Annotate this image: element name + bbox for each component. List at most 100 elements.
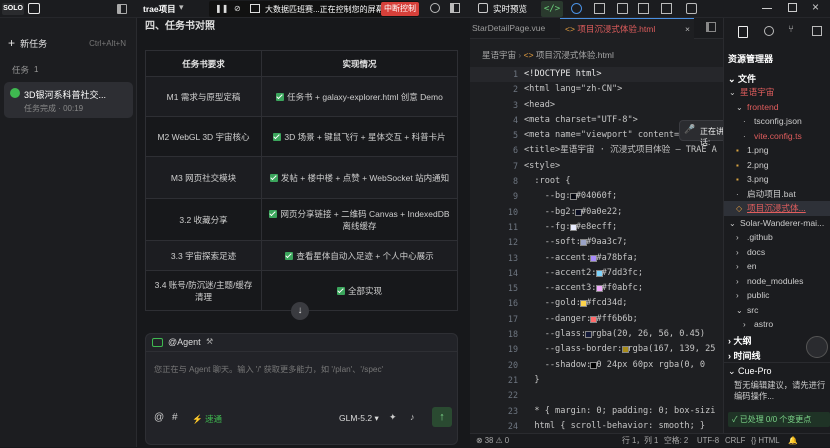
task-item[interactable]: 3D银河系科普社交... 任务完成 · 00:19 — [4, 82, 133, 118]
file-icon: · — [743, 131, 746, 141]
document-icon[interactable] — [638, 3, 649, 14]
panel-icon[interactable] — [450, 3, 460, 13]
encoding[interactable]: UTF-8 — [697, 434, 719, 448]
tree-item[interactable]: › node_modules — [724, 274, 830, 289]
tasks-header: 任务 — [12, 65, 30, 75]
mute-icon[interactable]: ⊘ — [234, 4, 241, 13]
tree-item[interactable]: ⌄ Solar-Wanderer-mai... — [724, 216, 830, 231]
table-row: M2 WebGL 3D 宇宙核心 3D 场景 + 键鼠飞行 + 星体交互 + 科… — [145, 116, 458, 157]
line-number: 5 — [512, 130, 518, 141]
tree-item[interactable]: ⌄ 星语宇宙 — [724, 85, 830, 100]
tree-item[interactable]: ▪ 2.png — [724, 158, 830, 173]
notification-icon[interactable]: 🔔 — [788, 434, 798, 448]
sparkle-icon[interactable]: ✦ — [389, 412, 397, 423]
chat-input[interactable]: 您正在与 Agent 聊天。输入 '/' 获取更多能力，如 '/plan'、'/… — [154, 363, 450, 375]
project-label: trae项目 — [143, 4, 176, 14]
language-mode[interactable]: {} HTML — [751, 434, 780, 448]
extensions-icon[interactable] — [812, 26, 822, 36]
tree-item[interactable]: › astro — [724, 317, 830, 330]
close-icon[interactable]: × — [812, 0, 819, 14]
line-number: 9 — [512, 191, 518, 202]
new-task-button[interactable]: + 新任务 Ctrl+Alt+N — [8, 36, 132, 52]
table-row: M1 需求与原型定稿 任务书 + galaxy-explorer.html 创意… — [145, 76, 458, 117]
requirements-table: 任务书要求 实现情况 M1 需求与原型定稿 任务书 + galaxy-explo… — [145, 50, 458, 311]
breadcrumb-file[interactable]: 项目沉浸式体验.html — [536, 50, 614, 60]
source-control-icon[interactable]: ⑂ — [788, 24, 794, 35]
speed-toggle[interactable]: ⚡ 速通 — [192, 413, 222, 425]
database-icon[interactable] — [661, 3, 672, 14]
maximize-icon[interactable] — [788, 3, 797, 12]
timeline-section-header[interactable]: › 时间线 — [728, 349, 761, 362]
task-sidebar: + 新任务 Ctrl+Alt+N 任务 1 3D银河系科普社交... 任务完成 … — [0, 18, 137, 447]
window-icon[interactable] — [686, 3, 697, 14]
close-icon[interactable]: × — [685, 19, 690, 39]
interrupt-control-button[interactable]: 中断控制 — [381, 2, 419, 16]
tree-item[interactable]: · vite.config.ts — [724, 129, 830, 144]
tree-item[interactable]: ▪ 1.png — [724, 143, 830, 158]
hash-icon[interactable]: # — [172, 412, 178, 423]
chat-icon[interactable] — [28, 3, 40, 14]
code-text: } — [524, 374, 540, 385]
checkbox-icon — [276, 92, 285, 101]
html-file-icon: ◇ — [736, 204, 743, 213]
files-icon[interactable] — [738, 26, 748, 38]
scroll-down-button[interactable]: ↓ — [291, 302, 309, 320]
minimize-icon[interactable] — [762, 8, 772, 9]
cursor-position[interactable]: 行 1，列 1 — [622, 434, 658, 448]
model-selector[interactable]: GLM-5.2 ▾ — [339, 413, 379, 424]
tree-item[interactable]: · tsconfig.json — [724, 114, 830, 129]
mention-icon[interactable]: @ — [154, 412, 164, 423]
control-notice: 大数据匹班赛...正在控制您的屏幕 — [265, 5, 384, 14]
tree-item-label: public — [747, 290, 770, 300]
code-text: <style> — [524, 160, 561, 171]
tree-item[interactable]: ▪ 3.png — [724, 172, 830, 187]
image-icon[interactable] — [594, 3, 605, 14]
split-editor-icon[interactable] — [706, 22, 716, 32]
search-icon[interactable] — [764, 26, 774, 36]
tree-item[interactable]: ⌄ src — [724, 303, 830, 318]
chevron-down-icon[interactable]: ▾ — [179, 2, 184, 13]
breadcrumb: 星语宇宙 › <> 项目沉浸式体验.html — [482, 50, 614, 60]
cue-pro-header[interactable]: ⌄ Cue-Pro — [728, 366, 772, 377]
tree-item[interactable]: › docs — [724, 245, 830, 260]
impl-text: 查看星体自动入足迹 + 个人中心展示 — [296, 250, 434, 261]
problems-status[interactable]: ⊗ 38 ⚠ 0 — [476, 434, 509, 448]
section-heading: 四、任务书对照 — [145, 21, 215, 32]
divider — [146, 351, 457, 352]
line-number: 1 — [512, 69, 518, 79]
timeline-label: 时间线 — [733, 351, 761, 361]
code-view-icon[interactable]: </> — [541, 1, 563, 17]
code-text: --danger: #ff6b6b; — [524, 313, 638, 324]
gear-icon[interactable] — [430, 3, 440, 13]
line-ending[interactable]: CRLF — [725, 434, 745, 448]
sidebar-toggle-icon[interactable] — [117, 4, 127, 14]
files-section-header[interactable]: ⌄ 文件 — [728, 72, 756, 85]
impl-cell: 3D 场景 + 键鼠飞行 + 星体交互 + 科普卡片 — [261, 116, 458, 157]
tree-item[interactable]: › en — [724, 259, 830, 274]
task-status: 任务完成 · 00:19 — [24, 104, 84, 113]
tab-stardetailpage[interactable]: StarDetailPage.vue — [470, 18, 556, 39]
terminal-icon[interactable] — [617, 3, 628, 14]
tree-item[interactable]: › .github — [724, 230, 830, 245]
tree-item-label: 星语宇宙 — [740, 87, 775, 97]
chat-panel: 四、任务书对照 任务书要求 实现情况 M1 需求与原型定稿 任务书 + gala… — [137, 18, 465, 447]
breadcrumb-root[interactable]: 星语宇宙 — [482, 50, 516, 60]
outline-section-header[interactable]: › 大纲 — [728, 334, 752, 347]
agent-mention[interactable]: @Agent — [168, 337, 201, 347]
agent-input-box: @Agent ⚒ 您正在与 Agent 聊天。输入 '/' 获取更多能力，如 '… — [145, 333, 458, 445]
browser-icon[interactable] — [571, 3, 582, 14]
tree-item[interactable]: › public — [724, 288, 830, 303]
microphone-icon[interactable]: ♪ — [410, 412, 415, 422]
code-text: <title>星语宇宙 · 沉浸式项目体验 — TRAE A — [524, 145, 717, 156]
tree-item[interactable]: ◇ 项目沉浸式体... — [724, 201, 830, 216]
live-preview-button[interactable]: 实时预览 — [493, 3, 527, 15]
send-button[interactable]: ↑ — [432, 407, 452, 427]
req-cell: 3.4 账号/防沉迷/主题/缓存清理 — [145, 270, 262, 311]
tab-immersive-html[interactable]: <> 项目沉浸式体验.html × — [560, 18, 694, 39]
tree-item[interactable]: ⌄ frontend — [724, 100, 830, 115]
tree-item[interactable]: · 启动项目.bat — [724, 187, 830, 202]
line-number: 8 — [512, 176, 518, 187]
pause-icon[interactable]: ❚❚ — [215, 4, 228, 13]
tools-icon[interactable]: ⚒ — [206, 337, 213, 346]
indentation[interactable]: 空格: 2 — [664, 434, 688, 448]
